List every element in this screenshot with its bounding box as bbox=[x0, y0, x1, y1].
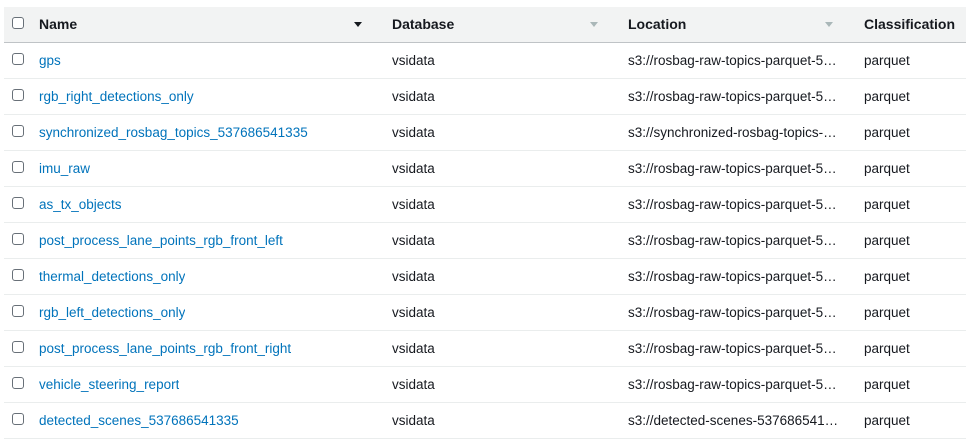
location-cell: s3://rosbag-raw-topics-parquet-5… bbox=[628, 89, 837, 104]
table-name-link[interactable]: as_tx_objects bbox=[39, 197, 122, 212]
name-cell: as_tx_objects bbox=[39, 187, 122, 222]
name-cell: rgb_right_detections_only bbox=[39, 79, 194, 114]
classification-cell: parquet bbox=[864, 197, 910, 212]
classification-cell: parquet bbox=[864, 377, 910, 392]
classification-cell: parquet bbox=[864, 233, 910, 248]
location-cell: s3://rosbag-raw-topics-parquet-5… bbox=[628, 161, 837, 176]
column-header-database[interactable]: Database bbox=[392, 7, 454, 42]
table-row: rgb_right_detections_only vsidata s3://r… bbox=[4, 79, 966, 115]
table-row: synchronized_rosbag_topics_537686541335 … bbox=[4, 115, 966, 151]
database-cell: vsidata bbox=[392, 233, 435, 248]
row-checkbox[interactable] bbox=[12, 341, 24, 353]
row-checkbox[interactable] bbox=[12, 269, 24, 281]
table-name-link[interactable]: post_process_lane_points_rgb_front_right bbox=[39, 341, 291, 356]
table-row: vehicle_steering_report vsidata s3://ros… bbox=[4, 367, 966, 403]
name-cell: thermal_detections_only bbox=[39, 259, 185, 294]
table-row: gps vsidata s3://rosbag-raw-topics-parqu… bbox=[4, 43, 966, 79]
table-name-link[interactable]: imu_raw bbox=[39, 161, 90, 176]
database-cell: vsidata bbox=[392, 197, 435, 212]
row-checkbox[interactable] bbox=[12, 413, 24, 425]
database-cell: vsidata bbox=[392, 161, 435, 176]
location-cell: s3://rosbag-raw-topics-parquet-5… bbox=[628, 233, 837, 248]
name-cell: vehicle_steering_report bbox=[39, 367, 179, 402]
table-header: Name Database Location Classification bbox=[4, 7, 966, 43]
location-cell: s3://rosbag-raw-topics-parquet-5… bbox=[628, 305, 837, 320]
name-cell: post_process_lane_points_rgb_front_right bbox=[39, 331, 291, 366]
location-cell: s3://rosbag-raw-topics-parquet-5… bbox=[628, 269, 837, 284]
table-name-link[interactable]: gps bbox=[39, 53, 61, 68]
location-cell: s3://rosbag-raw-topics-parquet-5… bbox=[628, 197, 837, 212]
classification-cell: parquet bbox=[864, 341, 910, 356]
column-header-name[interactable]: Name bbox=[39, 7, 77, 42]
row-checkbox[interactable] bbox=[12, 197, 24, 209]
table-name-link[interactable]: detected_scenes_537686541335 bbox=[39, 413, 239, 428]
row-checkbox[interactable] bbox=[12, 233, 24, 245]
location-cell: s3://rosbag-raw-topics-parquet-5… bbox=[628, 341, 837, 356]
location-cell: s3://detected-scenes-537686541… bbox=[628, 413, 839, 428]
table-row: post_process_lane_points_rgb_front_right… bbox=[4, 331, 966, 367]
sort-icon[interactable] bbox=[825, 22, 833, 27]
database-cell: vsidata bbox=[392, 89, 435, 104]
classification-cell: parquet bbox=[864, 305, 910, 320]
table-row: post_process_lane_points_rgb_front_left … bbox=[4, 223, 966, 259]
table-name-link[interactable]: post_process_lane_points_rgb_front_left bbox=[39, 233, 283, 248]
table-row: as_tx_objects vsidata s3://rosbag-raw-to… bbox=[4, 187, 966, 223]
table-name-link[interactable]: rgb_right_detections_only bbox=[39, 89, 194, 104]
table-row: detected_scenes_537686541335 vsidata s3:… bbox=[4, 403, 966, 439]
database-cell: vsidata bbox=[392, 341, 435, 356]
name-cell: imu_raw bbox=[39, 151, 90, 186]
classification-cell: parquet bbox=[864, 89, 910, 104]
row-checkbox[interactable] bbox=[12, 161, 24, 173]
location-cell: s3://synchronized-rosbag-topics-… bbox=[628, 125, 837, 140]
row-checkbox[interactable] bbox=[12, 125, 24, 137]
table-name-link[interactable]: vehicle_steering_report bbox=[39, 377, 179, 392]
database-cell: vsidata bbox=[392, 377, 435, 392]
name-cell: gps bbox=[39, 43, 61, 78]
table-body: gps vsidata s3://rosbag-raw-topics-parqu… bbox=[4, 43, 966, 439]
select-all-checkbox[interactable] bbox=[12, 17, 24, 29]
classification-cell: parquet bbox=[864, 125, 910, 140]
sort-icon[interactable] bbox=[590, 22, 598, 27]
classification-cell: parquet bbox=[864, 161, 910, 176]
row-checkbox[interactable] bbox=[12, 377, 24, 389]
database-cell: vsidata bbox=[392, 305, 435, 320]
tables-table: Name Database Location Classification gp… bbox=[4, 7, 966, 439]
classification-cell: parquet bbox=[864, 413, 910, 428]
table-row: thermal_detections_only vsidata s3://ros… bbox=[4, 259, 966, 295]
row-checkbox[interactable] bbox=[12, 89, 24, 101]
name-cell: synchronized_rosbag_topics_537686541335 bbox=[39, 115, 308, 150]
database-cell: vsidata bbox=[392, 413, 435, 428]
name-cell: detected_scenes_537686541335 bbox=[39, 403, 239, 438]
column-header-classification[interactable]: Classification bbox=[864, 7, 955, 42]
name-cell: post_process_lane_points_rgb_front_left bbox=[39, 223, 283, 258]
table-row: imu_raw vsidata s3://rosbag-raw-topics-p… bbox=[4, 151, 966, 187]
name-cell: rgb_left_detections_only bbox=[39, 295, 185, 330]
location-cell: s3://rosbag-raw-topics-parquet-5… bbox=[628, 53, 837, 68]
location-cell: s3://rosbag-raw-topics-parquet-5… bbox=[628, 377, 837, 392]
database-cell: vsidata bbox=[392, 269, 435, 284]
classification-cell: parquet bbox=[864, 53, 910, 68]
table-row: rgb_left_detections_only vsidata s3://ro… bbox=[4, 295, 966, 331]
table-name-link[interactable]: rgb_left_detections_only bbox=[39, 305, 185, 320]
classification-cell: parquet bbox=[864, 269, 910, 284]
table-name-link[interactable]: thermal_detections_only bbox=[39, 269, 185, 284]
database-cell: vsidata bbox=[392, 53, 435, 68]
sort-descending-icon[interactable] bbox=[354, 22, 362, 27]
database-cell: vsidata bbox=[392, 125, 435, 140]
row-checkbox[interactable] bbox=[12, 305, 24, 317]
table-name-link[interactable]: synchronized_rosbag_topics_537686541335 bbox=[39, 125, 308, 140]
row-checkbox[interactable] bbox=[12, 53, 24, 65]
